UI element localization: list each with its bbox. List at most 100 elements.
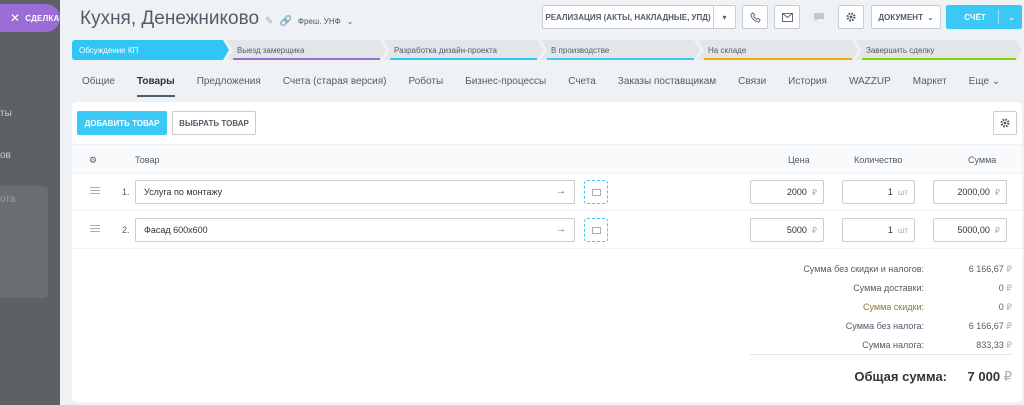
- currency-symbol: ₽: [1006, 283, 1012, 293]
- product-name-field[interactable]: Услуга по монтажу →: [135, 180, 575, 204]
- product-name: Услуга по монтажу: [144, 187, 223, 197]
- arrow-right-icon[interactable]: →: [556, 224, 566, 235]
- totals-block: Сумма без скидки и налогов: 6 166,67 ₽ С…: [722, 264, 1012, 359]
- tab-history[interactable]: История: [788, 76, 827, 95]
- stage-item[interactable]: В производстве: [541, 40, 700, 60]
- tab-general[interactable]: Общие: [82, 76, 115, 95]
- quantity-value: 1: [887, 225, 893, 235]
- image-icon: [591, 226, 601, 234]
- document-button[interactable]: ДОКУМЕНТ ⌄: [871, 5, 941, 29]
- tab-more[interactable]: Еще ⌄: [969, 76, 1001, 95]
- stage-color-bar: [390, 58, 537, 60]
- price-field[interactable]: 2000 ₽: [750, 180, 824, 204]
- product-image-placeholder[interactable]: [584, 180, 608, 204]
- call-button[interactable]: [742, 5, 768, 29]
- add-product-button[interactable]: ДОБАВИТЬ ТОВАР: [77, 111, 167, 135]
- price-value: 2000: [786, 187, 807, 197]
- tab-invoices[interactable]: Счета: [568, 76, 596, 95]
- tab-links[interactable]: Связи: [738, 76, 766, 95]
- grand-total-label: Общая сумма:: [854, 369, 947, 384]
- sum-value: 2000,00: [957, 187, 990, 197]
- stage-item[interactable]: На складе: [698, 40, 858, 60]
- total-row: Сумма доставки: 0 ₽: [722, 283, 1012, 302]
- image-icon: [591, 188, 601, 196]
- products-card: ДОБАВИТЬ ТОВАР ВЫБРАТЬ ТОВАР ⚙ Товар Цен…: [72, 102, 1022, 402]
- chat-button[interactable]: [806, 5, 832, 29]
- chevron-down-icon[interactable]: ⌄: [347, 17, 354, 26]
- stage-item[interactable]: Разработка дизайн-проекта: [384, 40, 543, 60]
- sum-field[interactable]: 2000,00 ₽: [933, 180, 1007, 204]
- total-label: Сумма без скидки и налогов:: [803, 264, 924, 274]
- tab-market[interactable]: Маркет: [913, 76, 947, 95]
- chevron-down-icon[interactable]: ▾: [713, 6, 735, 28]
- pipeline-stages: Обсуждение КП Выезд замерщика Разработка…: [72, 40, 1022, 60]
- deal-tabs: Общие Товары Предложения Счета (старая в…: [82, 76, 1022, 97]
- arrow-right-icon[interactable]: →: [556, 186, 566, 197]
- product-name-field[interactable]: Фасад 600х600 →: [135, 218, 575, 242]
- stage-label: Обсуждение КП: [79, 45, 139, 55]
- products-toolbar: ДОБАВИТЬ ТОВАР ВЫБРАТЬ ТОВАР: [72, 102, 1022, 142]
- tab-products[interactable]: Товары: [136, 76, 175, 97]
- chat-icon: [814, 13, 824, 21]
- product-name: Фасад 600х600: [144, 225, 208, 235]
- total-value: 6 166,67: [968, 321, 1004, 331]
- realization-button-label: РЕАЛИЗАЦИЯ (АКТЫ, НАКЛАДНЫЕ, УПД): [545, 12, 711, 22]
- unit-label: шт: [897, 187, 908, 197]
- stage-color-bar: [862, 58, 1016, 60]
- stage-label: Разработка дизайн-проекта: [394, 45, 497, 55]
- tab-offers[interactable]: Предложения: [197, 76, 261, 95]
- row-number: 2.: [122, 225, 130, 235]
- currency-symbol: ₽: [1006, 340, 1012, 350]
- stage-item[interactable]: Обсуждение КП: [72, 40, 229, 60]
- currency-symbol: ₽: [994, 225, 1000, 235]
- deal-header: Кухня, Денежниково ✎ 🔗 Фреш. УНФ ⌄: [80, 8, 353, 30]
- category-link[interactable]: Фреш. УНФ: [298, 17, 341, 26]
- quantity-field[interactable]: 1 шт: [842, 180, 915, 204]
- table-row: 1. Услуга по монтажу → 2000 ₽ 1 шт 2000,…: [72, 173, 1022, 211]
- currency-symbol: ₽: [1006, 302, 1012, 312]
- total-label: Сумма без налога:: [845, 321, 924, 331]
- choose-product-button[interactable]: ВЫБРАТЬ ТОВАР: [172, 111, 256, 135]
- tab-supplier-orders[interactable]: Заказы поставщикам: [618, 76, 716, 95]
- total-label: Сумма скидки:: [863, 302, 924, 312]
- gear-icon: [846, 12, 856, 22]
- edit-icon[interactable]: ✎: [265, 16, 273, 27]
- background-text: ов: [0, 150, 11, 161]
- tab-invoices-old[interactable]: Счета (старая версия): [283, 76, 387, 95]
- close-deal-tab[interactable]: ✕ СДЕЛКА: [0, 4, 60, 32]
- bill-button[interactable]: СЧЁТ ⌄: [946, 5, 1022, 29]
- realization-button[interactable]: РЕАЛИЗАЦИЯ (АКТЫ, НАКЛАДНЫЕ, УПД) ▾: [542, 5, 736, 29]
- total-value: 0: [998, 302, 1004, 312]
- columns-settings-icon[interactable]: ⚙: [89, 155, 97, 166]
- column-header-product: Товар: [135, 155, 160, 165]
- quantity-field[interactable]: 1 шт: [842, 218, 915, 242]
- row-number: 1.: [122, 187, 130, 197]
- drag-handle-icon[interactable]: [90, 187, 100, 196]
- stage-color-bar: [547, 58, 694, 60]
- total-label: Сумма налога:: [862, 340, 924, 350]
- product-image-placeholder[interactable]: [584, 218, 608, 242]
- settings-button[interactable]: [838, 5, 864, 29]
- total-row: Сумма без налога: 6 166,67 ₽: [722, 321, 1012, 340]
- tab-robots[interactable]: Роботы: [409, 76, 444, 95]
- stage-item[interactable]: Выезд замерщика: [227, 40, 386, 60]
- currency-symbol: ₽: [811, 187, 817, 197]
- price-field[interactable]: 5000 ₽: [750, 218, 824, 242]
- background-text: ота: [0, 194, 16, 205]
- price-value: 5000: [786, 225, 807, 235]
- stage-label: Выезд замерщика: [237, 45, 305, 55]
- email-button[interactable]: [774, 5, 800, 29]
- tab-wazzup[interactable]: WAZZUP: [849, 76, 891, 95]
- deal-panel: Кухня, Денежниково ✎ 🔗 Фреш. УНФ ⌄ РЕАЛИ…: [60, 0, 1024, 405]
- tab-business-processes[interactable]: Бизнес-процессы: [465, 76, 546, 95]
- chevron-down-icon: ⌄: [926, 12, 934, 22]
- chevron-down-icon: ⌄: [991, 76, 1001, 87]
- chevron-down-icon[interactable]: ⌄: [1008, 13, 1015, 22]
- stage-color-bar: [233, 58, 380, 60]
- drag-handle-icon[interactable]: [90, 225, 100, 234]
- stage-item[interactable]: Завершить сделку: [856, 40, 1022, 60]
- sum-field[interactable]: 5000,00 ₽: [933, 218, 1007, 242]
- currency-symbol: ₽: [1003, 369, 1012, 384]
- total-row: Сумма без скидки и налогов: 6 166,67 ₽: [722, 264, 1012, 283]
- table-settings-button[interactable]: [993, 111, 1017, 135]
